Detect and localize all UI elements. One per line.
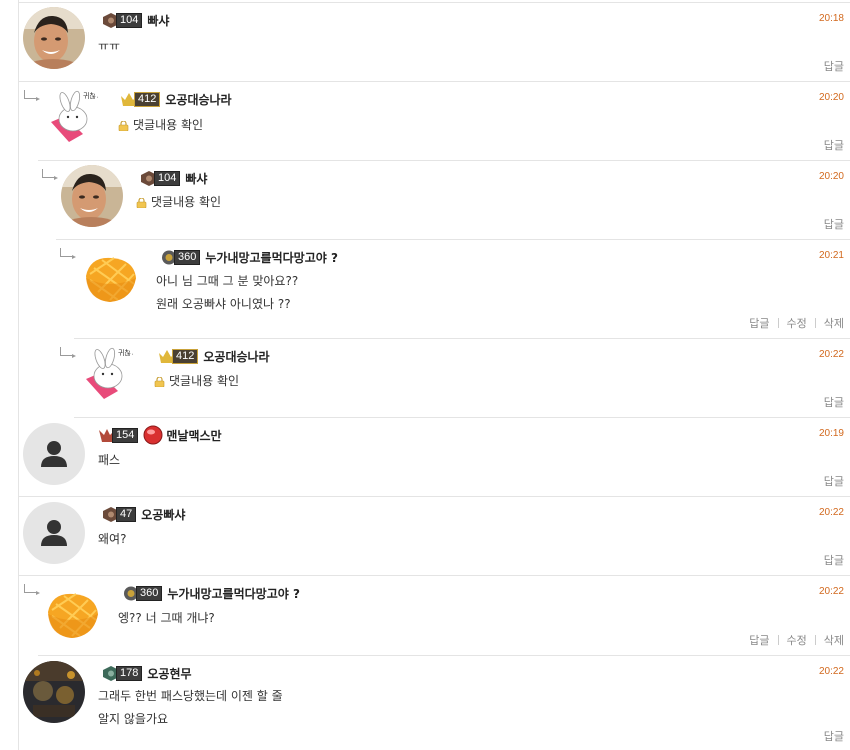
- comment-item: 178 오공현무 20:22 그래두 한번 패스당했는데 이젠 할 줄 알지 않…: [18, 656, 850, 750]
- lock-icon: [136, 197, 147, 208]
- avatar[interactable]: 귀찮ㄴ: [78, 343, 140, 405]
- nickname[interactable]: 맨날맥스만: [166, 427, 221, 444]
- reply-arrow-icon: [24, 584, 40, 595]
- timestamp: 20:22: [818, 507, 844, 518]
- comment-text: 댓글내용 확인: [118, 114, 203, 139]
- level-badge: 360: [122, 585, 163, 601]
- guild-badge-icon: [143, 425, 163, 445]
- divider: [777, 318, 779, 328]
- comment-section: 104 빠샤 20:18 ㅠㅠ 답글 귀찮ㄴ 412 오공대승나라 20:20 …: [0, 0, 850, 750]
- timestamp: 20:20: [818, 171, 844, 182]
- reply-button[interactable]: 답글: [749, 315, 769, 331]
- avatar[interactable]: [23, 502, 85, 564]
- reply-arrow-icon: [42, 169, 58, 180]
- avatar[interactable]: [23, 661, 85, 723]
- level-badge: 412: [120, 91, 161, 107]
- nickname[interactable]: 오공대승나라: [165, 91, 231, 108]
- comment-item: 154 맨날맥스만 20:19 패스 답글: [18, 418, 850, 497]
- avatar[interactable]: [23, 423, 85, 485]
- edit-button[interactable]: 수정: [787, 632, 807, 648]
- avatar[interactable]: [42, 582, 104, 644]
- level-badge: 104: [102, 12, 143, 28]
- timestamp: 20:22: [818, 349, 844, 360]
- reply-button[interactable]: 답글: [824, 216, 844, 232]
- reply-arrow-icon: [60, 347, 76, 358]
- comment-item: 47 오공빠샤 20:22 왜여? 답글: [18, 497, 850, 576]
- reply-button[interactable]: 답글: [824, 137, 844, 153]
- comment-text: ㅠㅠ: [98, 39, 121, 53]
- default-user-icon: [23, 502, 85, 564]
- comment-item: 귀찮ㄴ 412 오공대승나라 20:22 댓글내용 확인 답글: [60, 339, 850, 418]
- avatar[interactable]: 귀찮ㄴ: [43, 86, 105, 148]
- nickname[interactable]: 빠샤: [185, 170, 207, 187]
- delete-button[interactable]: 삭제: [824, 315, 844, 331]
- reply-button[interactable]: 답글: [824, 552, 844, 568]
- reply-button[interactable]: 답글: [824, 728, 844, 744]
- default-user-icon: [23, 423, 85, 485]
- lock-icon: [154, 376, 165, 387]
- timestamp: 20:19: [818, 428, 844, 439]
- level-badge: 154: [98, 427, 139, 443]
- level-badge: 104: [140, 170, 181, 186]
- nickname[interactable]: 빠샤: [147, 12, 169, 29]
- left-border: [18, 0, 19, 750]
- nickname[interactable]: 누가내망고를먹다망고야 ?: [205, 249, 338, 266]
- level-badge: 47: [102, 506, 137, 522]
- comment-text: 댓글내용 확인: [136, 191, 221, 216]
- reply-button[interactable]: 답글: [824, 473, 844, 489]
- level-badge: 412: [158, 348, 199, 364]
- comment-item: 104 빠샤 20:18 ㅠㅠ 답글: [18, 3, 850, 82]
- comment-item: 귀찮ㄴ 412 오공대승나라 20:20 댓글내용 확인 답글: [24, 82, 850, 161]
- comment-text: 댓글내용 확인: [154, 370, 239, 395]
- nickname[interactable]: 오공현무: [147, 665, 191, 682]
- reply-button[interactable]: 답글: [749, 632, 769, 648]
- reply-arrow-icon: [60, 248, 76, 259]
- comment-text: 아니 님 그때 그 분 맞아요?? 원래 오공빠샤 아니였나 ??: [156, 274, 299, 311]
- level-badge: 178: [102, 665, 143, 681]
- avatar[interactable]: [61, 165, 123, 227]
- comment-item: 104 빠샤 20:20 댓글내용 확인 답글: [42, 161, 850, 240]
- comment-text: 패스: [98, 453, 121, 467]
- divider: [777, 635, 779, 645]
- avatar[interactable]: [80, 246, 142, 308]
- avatar[interactable]: [23, 7, 85, 69]
- reply-button[interactable]: 답글: [824, 394, 844, 410]
- timestamp: 20:22: [818, 666, 844, 677]
- nickname[interactable]: 누가내망고를먹다망고야 ?: [167, 585, 300, 602]
- reply-arrow-icon: [24, 90, 40, 101]
- svg-text:귀찮ㄴ: 귀찮ㄴ: [118, 348, 137, 357]
- nickname[interactable]: 오공빠샤: [141, 506, 185, 523]
- timestamp: 20:18: [818, 13, 844, 24]
- comment-text: 엥?? 너 그때 개냐?: [118, 611, 215, 625]
- timestamp: 20:20: [818, 92, 844, 103]
- comment-item: 360 누가내망고를먹다망고야 ? 20:22 엥?? 너 그때 개냐? 답글 …: [24, 576, 850, 656]
- edit-button[interactable]: 수정: [787, 315, 807, 331]
- comment-text: 왜여?: [98, 532, 127, 546]
- nickname[interactable]: 오공대승나라: [203, 348, 269, 365]
- timestamp: 20:22: [818, 586, 844, 597]
- svg-text:귀찮ㄴ: 귀찮ㄴ: [83, 91, 102, 100]
- level-badge: 360: [160, 249, 201, 265]
- comment-text: 그래두 한번 패스당했는데 이젠 할 줄 알지 않을가요: [98, 689, 283, 726]
- delete-button[interactable]: 삭제: [824, 632, 844, 648]
- comment-item: 360 누가내망고를먹다망고야 ? 20:21 아니 님 그때 그 분 맞아요?…: [60, 240, 850, 339]
- divider: [814, 635, 816, 645]
- lock-icon: [118, 120, 129, 131]
- timestamp: 20:21: [818, 250, 844, 261]
- divider: [814, 318, 816, 328]
- reply-button[interactable]: 답글: [824, 58, 844, 74]
